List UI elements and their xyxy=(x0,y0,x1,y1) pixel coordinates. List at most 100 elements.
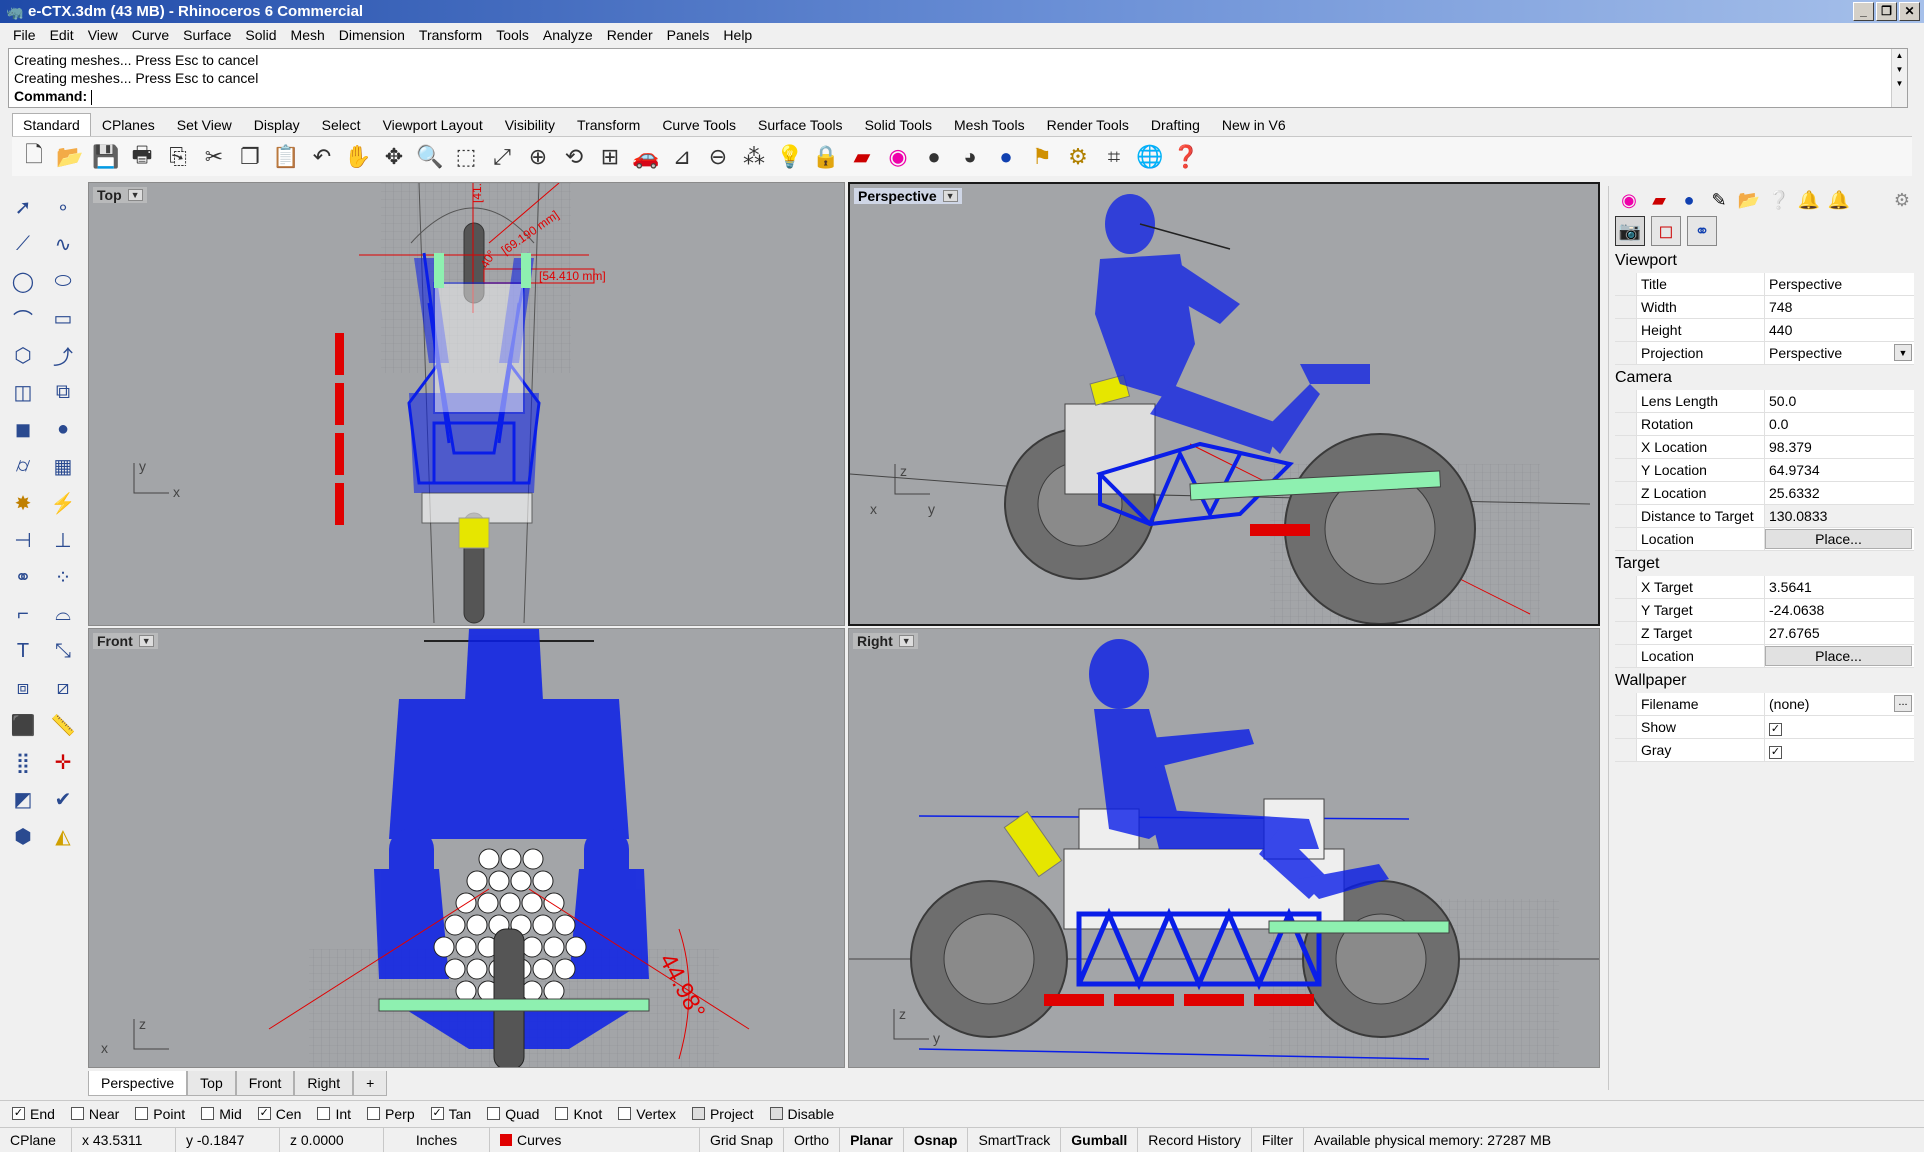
lights-icon[interactable]: ◭ xyxy=(46,819,80,853)
tab-new-in-v6[interactable]: New in V6 xyxy=(1211,113,1297,136)
group-icon[interactable]: ⧈ xyxy=(6,671,40,705)
menu-render[interactable]: Render xyxy=(600,27,660,43)
checkbox[interactable] xyxy=(769,1107,783,1120)
camera-icon[interactable]: 📷 xyxy=(1615,216,1645,246)
x-location-field[interactable]: 98.379 xyxy=(1765,436,1914,458)
checkbox[interactable]: ✓ xyxy=(257,1107,271,1120)
viewport-front[interactable]: 44.98° z x Front ▼ xyxy=(88,628,845,1068)
z-target-field[interactable]: 27.6765 xyxy=(1765,622,1914,644)
polyline-icon[interactable]: ⟋ xyxy=(6,227,40,261)
planar-toggle[interactable]: Planar xyxy=(840,1128,904,1152)
check-icon[interactable]: ✔ xyxy=(46,782,80,816)
ruler-icon[interactable]: 📏 xyxy=(46,708,80,742)
chevron-down-icon[interactable]: ▼ xyxy=(1894,344,1912,361)
ellipse-icon[interactable]: ⬭ xyxy=(46,264,80,298)
projection-select[interactable]: Perspective ▼ xyxy=(1765,342,1914,364)
chevron-down-icon[interactable]: ▼ xyxy=(138,635,154,647)
lock-icon[interactable]: 🔒 xyxy=(810,141,842,173)
y-location-field[interactable]: 64.9734 xyxy=(1765,459,1914,481)
environment-icon[interactable]: ✎ xyxy=(1707,188,1731,212)
tab-curve-tools[interactable]: Curve Tools xyxy=(651,113,747,136)
checkbox[interactable] xyxy=(618,1107,632,1120)
copy-icon[interactable]: ❐ xyxy=(234,141,266,173)
panel-gear-icon[interactable]: ⚙ xyxy=(1890,188,1914,212)
four-viewports-icon[interactable]: ⊞ xyxy=(594,141,626,173)
tab-render-tools[interactable]: Render Tools xyxy=(1036,113,1140,136)
viewport-tab-perspective[interactable]: Perspective xyxy=(88,1071,188,1096)
viewport-title-front[interactable]: Front ▼ xyxy=(93,633,158,649)
viewport-perspective[interactable]: z x y Perspective ▼ xyxy=(848,182,1600,626)
checkbox[interactable] xyxy=(70,1107,84,1120)
new-file-icon[interactable]: 🗋 xyxy=(18,141,50,173)
array-icon[interactable]: ⁘ xyxy=(46,560,80,594)
menu-curve[interactable]: Curve xyxy=(125,27,176,43)
spotlight-icon[interactable]: ⚑ xyxy=(1026,141,1058,173)
viewport-title-perspective[interactable]: Perspective ▼ xyxy=(854,188,962,204)
block-edit-icon[interactable]: ⧄ xyxy=(46,671,80,705)
undo-view-icon[interactable]: ⟲ xyxy=(558,141,590,173)
checkbox[interactable] xyxy=(201,1107,215,1120)
camera-place-button[interactable]: Place... xyxy=(1765,529,1912,549)
menu-surface[interactable]: Surface xyxy=(176,27,238,43)
tab-viewport-layout[interactable]: Viewport Layout xyxy=(372,113,494,136)
gumball-icon[interactable]: ✛ xyxy=(46,745,80,779)
title-field[interactable]: Perspective xyxy=(1765,273,1914,295)
dimension-icon[interactable]: ⌗ xyxy=(1098,141,1130,173)
viewport-title-top[interactable]: Top ▼ xyxy=(93,187,147,203)
command-scrollbar[interactable]: ▲ ▼ ▼ xyxy=(1891,49,1907,107)
circle-icon[interactable]: ◯ xyxy=(6,264,40,298)
tab-mesh-tools[interactable]: Mesh Tools xyxy=(943,113,1036,136)
select-arrow-icon[interactable]: ➚ xyxy=(6,190,40,224)
zoom-selected-icon[interactable]: ⊕ xyxy=(522,141,554,173)
sphere-icon[interactable]: ● xyxy=(46,412,80,446)
viewport-top[interactable]: [41.89] [69.190 mm] 40° [54.410 mm] y x … xyxy=(88,182,845,626)
menu-file[interactable]: File xyxy=(6,27,43,43)
zoom-window-icon[interactable]: ⬚ xyxy=(450,141,482,173)
x-target-field[interactable]: 3.5641 xyxy=(1765,576,1914,598)
show-checkbox[interactable]: ✓ xyxy=(1769,723,1782,736)
car-icon[interactable]: 🚗 xyxy=(630,141,662,173)
blend-icon[interactable]: ⌓ xyxy=(46,597,80,631)
arc-icon[interactable]: ⌒ xyxy=(6,301,40,335)
color-wheel-icon[interactable]: ◉ xyxy=(882,141,914,173)
rotate-view-icon[interactable]: ✥ xyxy=(378,141,410,173)
zoom-icon[interactable]: 🔍 xyxy=(414,141,446,173)
cplane-indicator[interactable]: CPlane xyxy=(0,1128,72,1152)
osnap-perp[interactable]: Perp xyxy=(367,1106,415,1122)
move-icon[interactable]: ⊣ xyxy=(6,523,40,557)
object-icon[interactable]: ◻ xyxy=(1651,216,1681,246)
checkbox[interactable]: ✓ xyxy=(12,1107,25,1120)
menu-transform[interactable]: Transform xyxy=(412,27,489,43)
tab-select[interactable]: Select xyxy=(311,113,372,136)
chevron-down-icon[interactable]: ▼ xyxy=(127,189,143,201)
render-settings-icon[interactable]: ⚭ xyxy=(1687,216,1717,246)
osnap-knot[interactable]: Knot xyxy=(555,1106,602,1122)
solid-edit-icon[interactable]: ⬛ xyxy=(6,708,40,742)
osnap-project[interactable]: Project xyxy=(691,1106,754,1122)
explode-icon[interactable]: ✸ xyxy=(6,486,40,520)
save-icon[interactable]: 💾 xyxy=(90,141,122,173)
tab-drafting[interactable]: Drafting xyxy=(1140,113,1211,136)
notes-bell-icon[interactable]: 🔔 xyxy=(1797,188,1821,212)
text-icon[interactable]: T xyxy=(6,634,40,668)
chevron-down-icon[interactable]: ▼ xyxy=(942,190,958,202)
y-target-field[interactable]: -24.0638 xyxy=(1765,599,1914,621)
render-tools-icon[interactable]: ⬢ xyxy=(6,819,40,853)
menu-tools[interactable]: Tools xyxy=(489,27,536,43)
options-gear-icon[interactable]: ⚙ xyxy=(1062,141,1094,173)
osnap-quad[interactable]: Quad xyxy=(487,1106,539,1122)
lens-length-field[interactable]: 50.0 xyxy=(1765,390,1914,412)
notes-bell-icon[interactable]: 🔔 xyxy=(1827,188,1851,212)
osnap-int[interactable]: Int xyxy=(317,1106,351,1122)
checkbox[interactable] xyxy=(555,1107,569,1120)
viewport-tab-right[interactable]: Right xyxy=(294,1071,354,1096)
menu-mesh[interactable]: Mesh xyxy=(284,27,332,43)
checkbox[interactable]: ✓ xyxy=(430,1107,444,1120)
viewport-title-right[interactable]: Right ▼ xyxy=(853,633,918,649)
help-panel-icon[interactable]: ❔ xyxy=(1767,188,1791,212)
gray-checkbox[interactable]: ✓ xyxy=(1769,746,1782,759)
fillet-icon[interactable]: ⌐ xyxy=(6,597,40,631)
tab-visibility[interactable]: Visibility xyxy=(494,113,566,136)
grid-array-icon[interactable]: ⣿ xyxy=(6,745,40,779)
color-wheel-icon[interactable]: ◉ xyxy=(1617,188,1641,212)
